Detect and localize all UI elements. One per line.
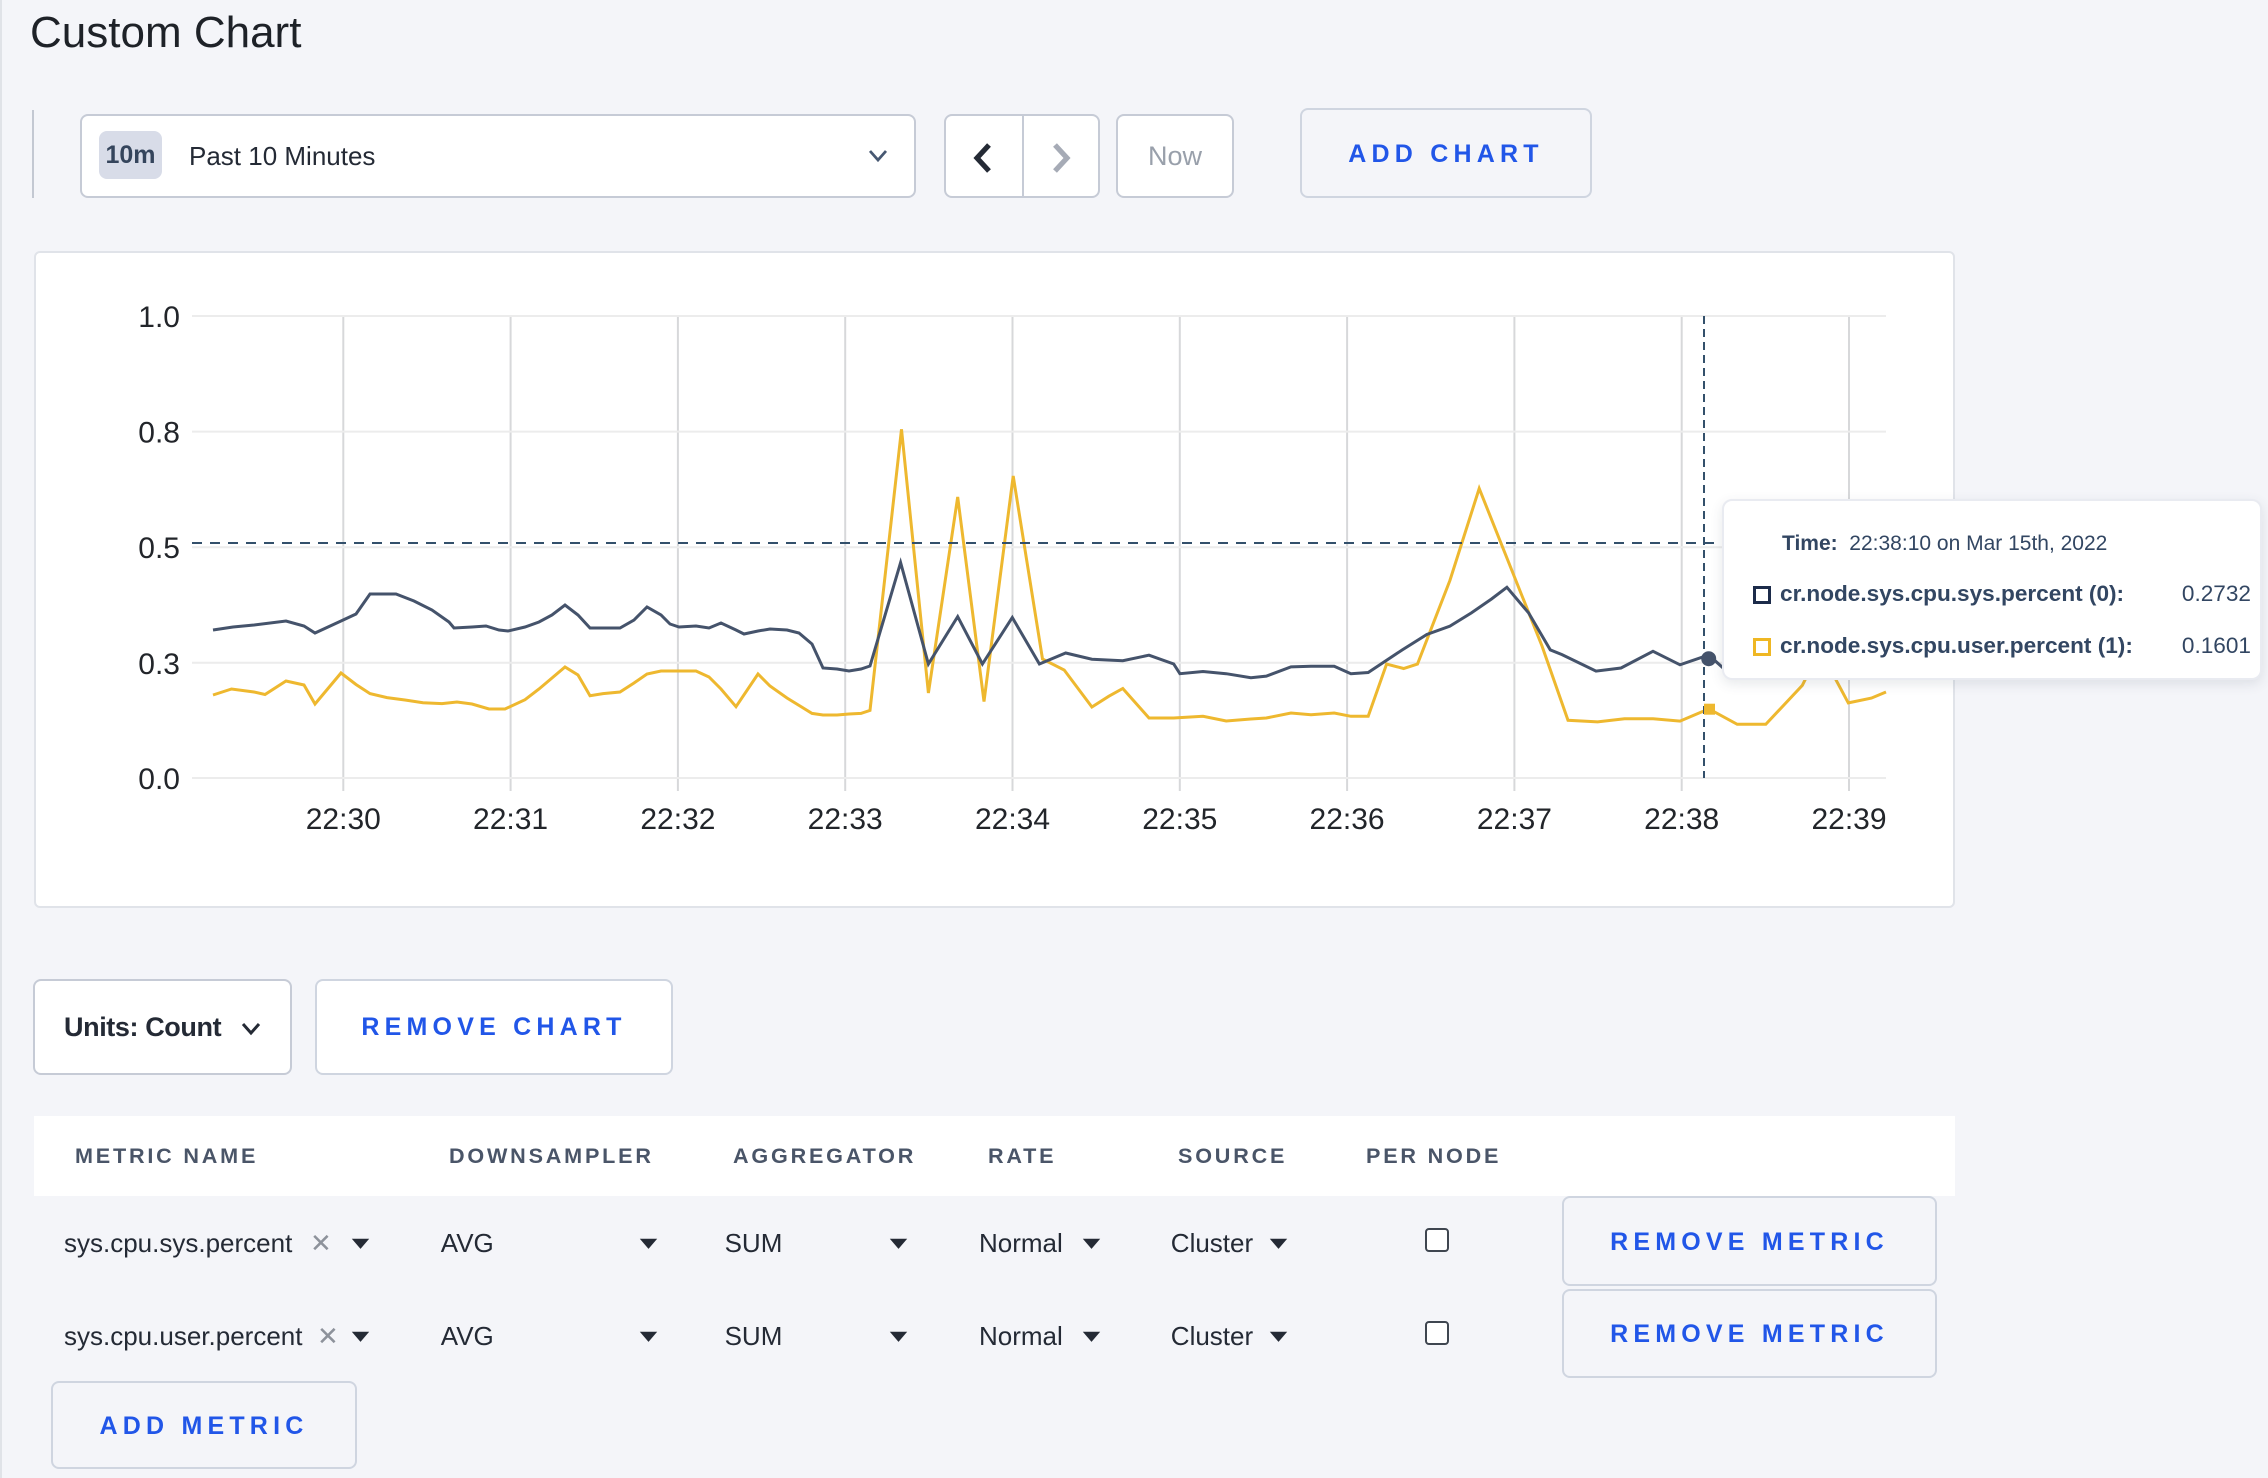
svg-text:22:32: 22:32	[640, 803, 715, 836]
svg-text:22:33: 22:33	[808, 803, 883, 836]
svg-text:22:35: 22:35	[1142, 803, 1217, 836]
svg-text:1.0: 1.0	[138, 301, 180, 334]
svg-text:22:39: 22:39	[1811, 803, 1886, 836]
svg-text:0.3: 0.3	[138, 648, 180, 681]
svg-text:0.5: 0.5	[138, 532, 180, 565]
svg-text:22:37: 22:37	[1477, 803, 1552, 836]
svg-text:22:38: 22:38	[1644, 803, 1719, 836]
svg-text:22:30: 22:30	[306, 803, 381, 836]
svg-text:22:36: 22:36	[1310, 803, 1385, 836]
svg-text:22:34: 22:34	[975, 803, 1050, 836]
svg-text:0.0: 0.0	[138, 763, 180, 796]
svg-text:22:31: 22:31	[473, 803, 548, 836]
svg-text:0.8: 0.8	[138, 417, 180, 450]
